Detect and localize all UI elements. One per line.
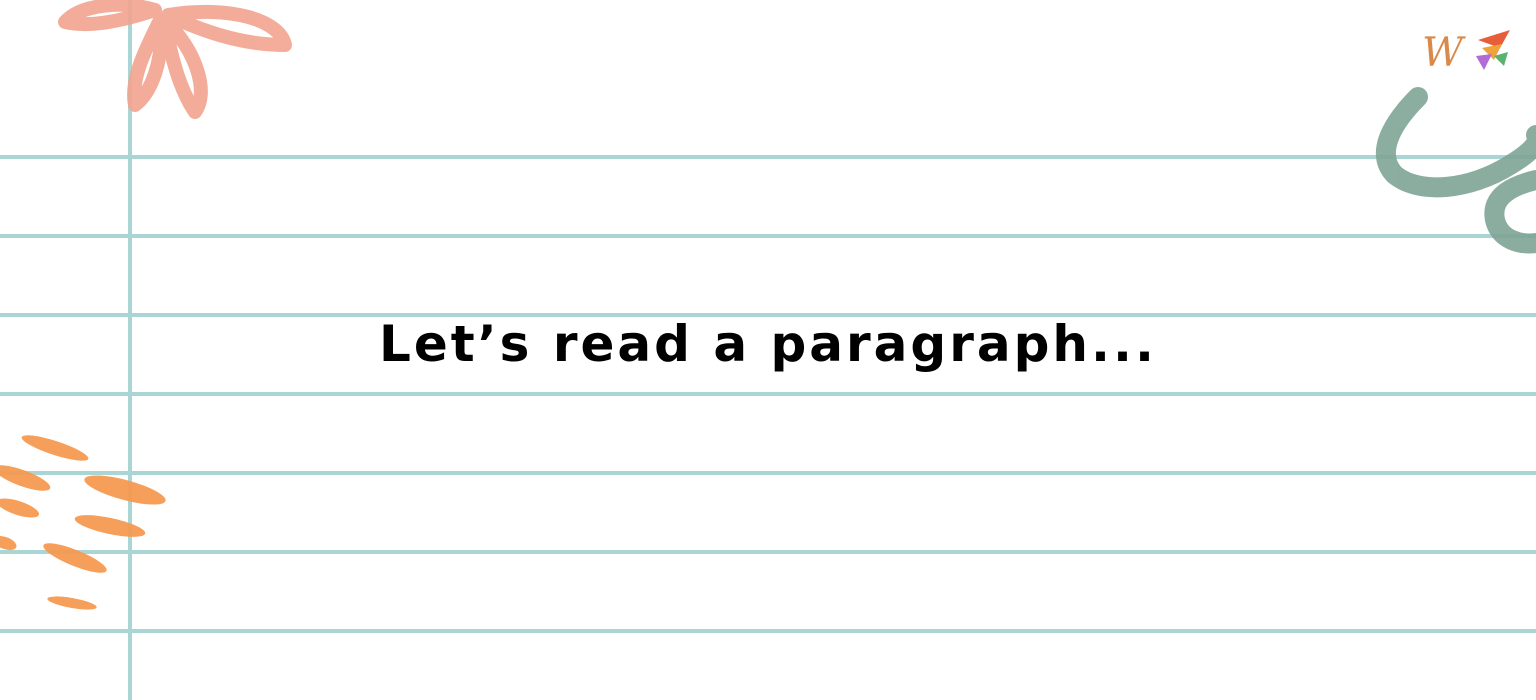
svg-text:W: W: [1422, 30, 1466, 76]
rule-line: [0, 234, 1536, 238]
rule-line: [0, 629, 1536, 633]
brush-strokes-doodle-icon: [0, 435, 166, 610]
squiggle-doodle-icon: [1376, 87, 1536, 254]
page-title: Let’s read a paragraph...: [379, 315, 1157, 373]
flower-doodle-icon: [58, 0, 292, 119]
brand-logo-icon: W: [1422, 30, 1510, 76]
rule-line: [0, 550, 1536, 554]
lesson-slide: W Let’s read a paragraph...: [0, 0, 1536, 700]
rule-line: [0, 392, 1536, 396]
rule-line: [0, 155, 1536, 159]
rule-line: [0, 471, 1536, 475]
